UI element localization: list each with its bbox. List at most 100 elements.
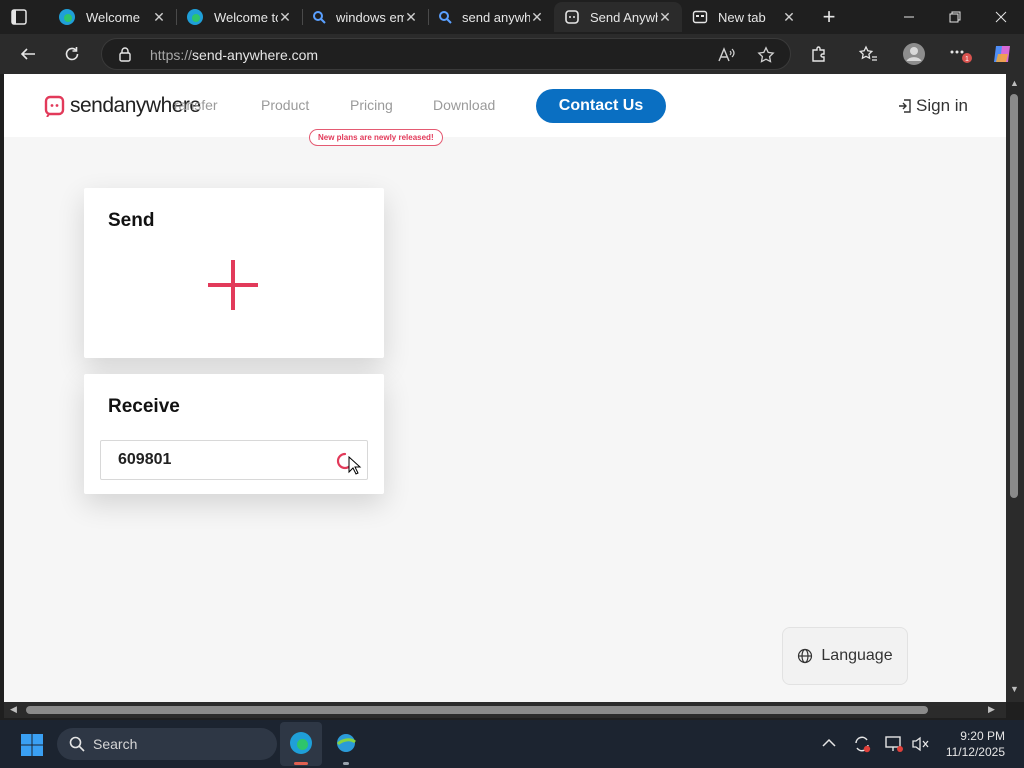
puzzle-icon	[812, 46, 825, 62]
search-icon	[439, 11, 452, 24]
tab-title: windows em	[336, 9, 404, 25]
restore-button[interactable]	[932, 0, 978, 34]
lock-icon[interactable]	[118, 46, 132, 65]
sendanywhere-logo-icon	[44, 95, 65, 117]
search-icon	[313, 11, 326, 24]
tab-title: Welcome	[86, 9, 140, 25]
windows-start-icon[interactable]	[20, 733, 44, 757]
close-icon	[995, 11, 1007, 23]
scroll-up-arrow-icon[interactable]: ▲	[1010, 78, 1019, 88]
tab-send-anywhere[interactable]: Send Anywh ✕	[554, 2, 682, 32]
taskbar-search-box[interactable]: Search	[57, 728, 277, 760]
close-icon[interactable]: ✕	[658, 9, 672, 26]
sendanywhere-icon	[565, 10, 579, 24]
tab-welcome[interactable]: Welcome ✕	[48, 2, 176, 32]
notification-badge: 1	[965, 56, 969, 63]
newtab-icon	[692, 10, 708, 24]
refresh-button[interactable]	[58, 40, 86, 68]
extensions-button[interactable]	[805, 40, 833, 68]
tab-title: New tab	[718, 9, 766, 25]
receive-title: Receive	[108, 396, 180, 417]
read-aloud-icon[interactable]	[716, 45, 736, 65]
copilot-button[interactable]	[988, 40, 1016, 68]
mouse-cursor-icon	[348, 456, 362, 475]
nav-download[interactable]: Download	[433, 97, 495, 113]
add-file-plus-icon[interactable]	[206, 258, 260, 312]
profile-button[interactable]	[900, 40, 928, 68]
tab-send-anywhere-search[interactable]: send anywh ✕	[428, 2, 554, 32]
receive-key-input[interactable]	[100, 440, 368, 480]
tab-new-tab[interactable]: New tab ✕	[682, 2, 806, 32]
tab-actions-icon	[11, 9, 27, 25]
active-app-indicator	[294, 762, 308, 765]
edge-icon	[59, 9, 75, 25]
plus-icon: +	[822, 4, 836, 29]
vertical-scrollbar[interactable]: ▲ ▼	[1006, 74, 1024, 702]
scroll-down-arrow-icon[interactable]: ▼	[1010, 684, 1019, 694]
tab-title: Send Anywh	[590, 9, 658, 25]
horizontal-scrollbar[interactable]: ◀ ▶	[4, 702, 1006, 718]
favorite-star-icon[interactable]	[756, 45, 776, 65]
favorites-icon	[858, 45, 877, 61]
url-scheme: https://	[150, 47, 193, 63]
sync-update-icon[interactable]	[852, 734, 872, 754]
taskbar-clock[interactable]: 9:20 PM 11/12/2025	[935, 728, 1005, 760]
nav-pricing[interactable]: Pricing	[350, 97, 393, 113]
close-icon[interactable]: ✕	[152, 9, 166, 26]
tab-windows-search[interactable]: windows em ✕	[302, 2, 428, 32]
sign-in-link[interactable]: Sign in	[898, 96, 968, 116]
minimize-icon	[904, 16, 914, 18]
language-button[interactable]: Language	[782, 627, 908, 685]
address-bar[interactable]: https://send-anywhere.com	[101, 38, 791, 70]
url-host: send-anywhere.com	[192, 47, 319, 63]
clock-time: 9:20 PM	[960, 729, 1005, 743]
browser-tab-strip: Welcome ✕ Welcome to ✕ windows em ✕ send…	[0, 0, 1024, 34]
tab-title: Welcome to	[214, 9, 278, 25]
tab-welcome-to[interactable]: Welcome to ✕	[176, 2, 302, 32]
back-button[interactable]	[14, 40, 42, 68]
new-tab-button[interactable]: +	[806, 0, 852, 34]
taskbar-app-button[interactable]	[326, 722, 366, 766]
nav-product[interactable]: Product	[261, 97, 309, 113]
edge-icon	[187, 9, 203, 25]
favorites-button[interactable]	[854, 40, 882, 68]
tab-actions-button[interactable]	[10, 8, 30, 26]
more-dots-icon: 1	[950, 50, 972, 63]
close-icon[interactable]: ✕	[278, 9, 292, 26]
sign-in-icon	[899, 99, 911, 113]
send-card: Send	[84, 188, 384, 358]
globe-icon	[798, 648, 813, 664]
avatar-icon	[903, 43, 925, 65]
minimize-button[interactable]	[886, 0, 932, 34]
site-header: sendanywhere ransfer Product Pricing Dow…	[4, 74, 1006, 146]
refresh-icon	[65, 47, 79, 61]
send-title: Send	[108, 210, 155, 231]
close-window-button[interactable]	[978, 0, 1024, 34]
close-icon[interactable]: ✕	[782, 9, 796, 26]
clock-date: 11/12/2025	[945, 745, 1005, 759]
taskbar-search-placeholder: Search	[93, 736, 138, 752]
language-label: Language	[821, 647, 893, 664]
app-globe-icon	[336, 734, 356, 752]
logo-send: send	[70, 94, 114, 117]
close-icon[interactable]: ✕	[530, 9, 544, 26]
tab-title: send anywh	[462, 9, 530, 25]
edge-icon	[290, 732, 312, 754]
new-plans-badge[interactable]: New plans are newly released!	[309, 129, 443, 146]
taskbar-edge-button[interactable]	[280, 722, 322, 766]
page-viewport: sendanywhere ransfer Product Pricing Dow…	[4, 74, 1006, 702]
chevron-up-icon[interactable]	[822, 738, 836, 748]
close-icon[interactable]: ✕	[404, 9, 418, 26]
scroll-right-arrow-icon[interactable]: ▶	[988, 704, 995, 715]
scroll-left-arrow-icon[interactable]: ◀	[10, 704, 17, 715]
nav-transfer[interactable]: ransfer	[174, 97, 218, 113]
windows-taskbar: Search 9:20 PM 11/12/2025	[0, 720, 1024, 768]
contact-us-button[interactable]: Contact Us	[536, 89, 666, 123]
horizontal-scroll-thumb[interactable]	[26, 706, 928, 714]
copilot-icon	[994, 46, 1010, 62]
vertical-scroll-thumb[interactable]	[1010, 94, 1018, 498]
restore-icon	[949, 11, 961, 23]
network-volume-icon[interactable]	[910, 734, 930, 754]
display-icon[interactable]	[884, 734, 904, 754]
settings-more-button[interactable]: 1	[946, 40, 974, 68]
